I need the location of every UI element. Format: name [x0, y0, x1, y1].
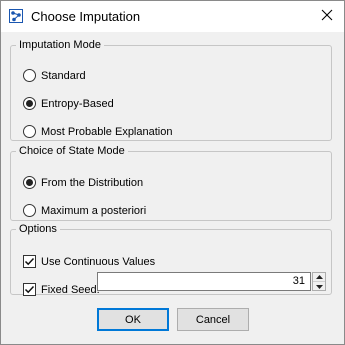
- use-continuous-values-checkbox[interactable]: [23, 255, 36, 268]
- use-continuous-values-checkbox-row[interactable]: Use Continuous Values: [23, 255, 155, 268]
- title-bar[interactable]: Choose Imputation: [1, 1, 344, 32]
- state-mode-legend: Choice of State Mode: [19, 145, 125, 157]
- fixed-seed-input[interactable]: 31: [97, 272, 311, 291]
- spin-down-button[interactable]: [313, 282, 325, 291]
- spin-up-button[interactable]: [313, 273, 325, 282]
- fixed-seed-value: 31: [292, 275, 305, 287]
- cancel-button[interactable]: Cancel: [177, 308, 249, 331]
- state-mode-group: Choice of State Mode From the Distributi…: [10, 145, 332, 221]
- ok-button[interactable]: OK: [97, 308, 169, 331]
- radio-from-distribution-button[interactable]: [23, 176, 36, 189]
- radio-standard[interactable]: Standard: [23, 69, 86, 82]
- arrow-down-icon: [315, 284, 323, 289]
- radio-entropy-based-button[interactable]: [23, 97, 36, 110]
- radio-maximum-a-posteriori[interactable]: Maximum a posteriori: [23, 204, 146, 217]
- radio-standard-label: Standard: [41, 69, 86, 82]
- fixed-seed-label: Fixed Seed:: [41, 283, 100, 296]
- fixed-seed-checkbox[interactable]: [23, 283, 36, 296]
- radio-standard-button[interactable]: [23, 69, 36, 82]
- bayes-net-icon: [9, 9, 23, 23]
- radio-from-distribution[interactable]: From the Distribution: [23, 176, 143, 189]
- checkmark-icon: [24, 285, 35, 294]
- radio-from-distribution-label: From the Distribution: [41, 176, 144, 189]
- close-icon: [321, 9, 333, 24]
- fixed-seed-spinner[interactable]: [312, 272, 326, 291]
- fixed-seed-checkbox-row[interactable]: Fixed Seed:: [23, 283, 100, 296]
- radio-entropy-based[interactable]: Entropy-Based: [23, 97, 114, 110]
- use-continuous-values-label: Use Continuous Values: [41, 255, 156, 268]
- checkmark-icon: [24, 257, 35, 266]
- radio-entropy-based-label: Entropy-Based: [41, 97, 114, 110]
- radio-maximum-a-posteriori-button[interactable]: [23, 204, 36, 217]
- close-button[interactable]: [310, 1, 344, 32]
- arrow-up-icon: [315, 275, 323, 279]
- imputation-mode-legend: Imputation Mode: [19, 39, 101, 51]
- window-title: Choose Imputation: [31, 9, 141, 24]
- radio-most-probable-explanation-label: Most Probable Explanation: [41, 125, 173, 138]
- choose-imputation-dialog: Choose Imputation Imputation Mode Standa…: [0, 0, 345, 345]
- radio-most-probable-explanation[interactable]: Most Probable Explanation: [23, 125, 172, 138]
- radio-most-probable-explanation-button[interactable]: [23, 125, 36, 138]
- imputation-mode-group: Imputation Mode Standard Entropy-Based M…: [10, 39, 332, 141]
- radio-maximum-a-posteriori-label: Maximum a posteriori: [41, 204, 147, 217]
- options-legend: Options: [19, 223, 57, 235]
